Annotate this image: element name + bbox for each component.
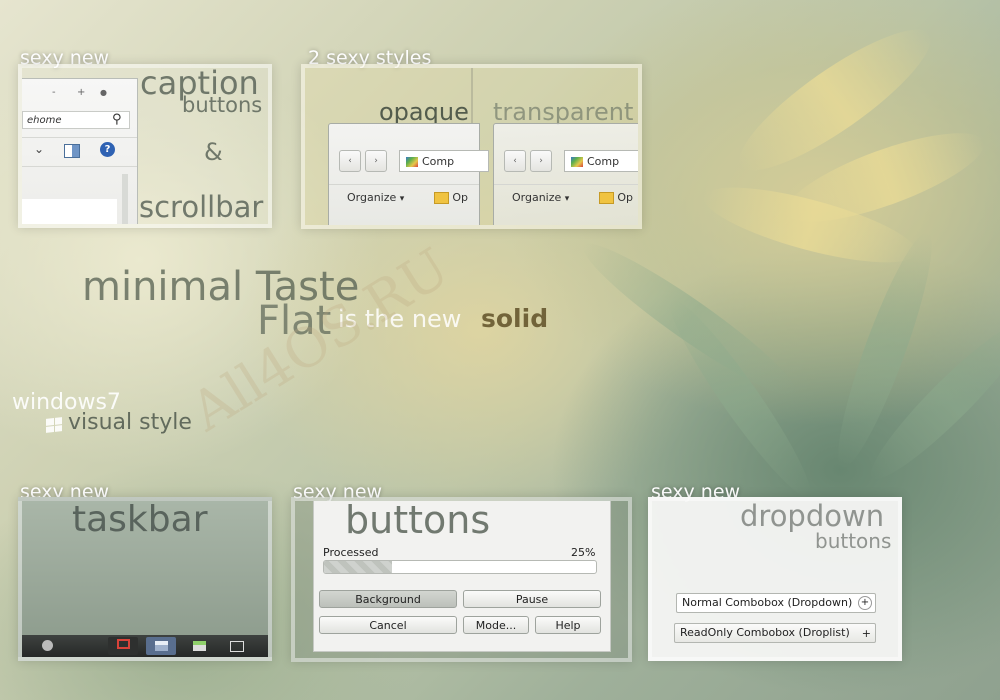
- taskbar-panel: taskbar: [18, 497, 272, 661]
- taskbar-item-gmail[interactable]: [108, 637, 138, 655]
- window-icon: [154, 641, 168, 651]
- opaque-explorer-window: ‹ › Comp Organize ▾ Op: [328, 123, 489, 225]
- folder-icon: [433, 192, 449, 204]
- content-area: [22, 199, 117, 224]
- headline-solid: solid: [481, 304, 549, 333]
- plus-icon[interactable]: +: [862, 625, 871, 643]
- buttons-word: buttons: [345, 498, 491, 542]
- cancel-button[interactable]: Cancel: [319, 616, 457, 634]
- dropdown-panel: dropdown buttons Normal Combobox (Dropdo…: [648, 497, 902, 661]
- forward-button[interactable]: ›: [530, 150, 552, 172]
- command-bar: Organize ▾ Op: [494, 184, 638, 211]
- start-button[interactable]: [32, 637, 62, 655]
- ampersand-word: &: [204, 138, 223, 166]
- readonly-combobox[interactable]: ReadOnly Combobox (Droplist) +: [674, 623, 876, 643]
- opaque-word: opaque: [379, 98, 469, 126]
- help-button[interactable]: Help: [535, 616, 601, 634]
- toolbar-row: ⌄ ?: [22, 137, 137, 167]
- computer-icon: [571, 157, 583, 167]
- combobox-value: ReadOnly Combobox (Droplist): [680, 626, 850, 639]
- normal-combobox[interactable]: Normal Combobox (Dropdown) +: [676, 593, 876, 613]
- transparent-word: transparent: [493, 98, 634, 126]
- minimize-icon[interactable]: -: [52, 87, 56, 98]
- open-menu[interactable]: Op: [617, 191, 633, 204]
- folder-icon: [598, 192, 614, 204]
- progress-bar-fill: [324, 561, 392, 573]
- maximize-icon[interactable]: +: [77, 87, 85, 98]
- buttons-word: buttons: [815, 529, 892, 553]
- combobox-value: Normal Combobox (Dropdown): [682, 596, 853, 609]
- command-bar: Organize ▾ Op: [329, 184, 479, 211]
- taskbar: [22, 635, 268, 657]
- chevron-down-icon: ▾: [399, 194, 405, 204]
- organize-menu[interactable]: Organize: [347, 191, 396, 204]
- gmail-icon: [116, 639, 130, 649]
- desktop-icon: [230, 641, 244, 652]
- search-icon[interactable]: ⚲: [112, 112, 122, 127]
- buttons-panel: buttons Processed 25% Background Pause C…: [291, 497, 632, 662]
- chevron-down-icon[interactable]: ⌄: [34, 142, 44, 156]
- show-desktop-button[interactable]: [222, 637, 252, 655]
- caption-panel: - + ● ehome ⚲ ⌄ ? caption buttons & scro…: [18, 64, 272, 228]
- plus-icon[interactable]: +: [858, 596, 872, 610]
- taskbar-item-app[interactable]: [184, 637, 214, 655]
- close-icon[interactable]: ●: [100, 88, 107, 97]
- breadcrumb-text: Comp: [587, 155, 620, 168]
- forward-button[interactable]: ›: [365, 150, 387, 172]
- breadcrumb[interactable]: Comp: [399, 150, 489, 172]
- pause-button[interactable]: Pause: [463, 590, 601, 608]
- background-button[interactable]: Background: [319, 590, 457, 608]
- breadcrumb-text: Comp: [422, 155, 455, 168]
- back-button[interactable]: ‹: [339, 150, 361, 172]
- buttons-word: buttons: [182, 93, 263, 117]
- computer-icon: [406, 157, 418, 167]
- windows-logo-icon: [46, 417, 62, 433]
- breadcrumb[interactable]: Comp: [564, 150, 638, 172]
- back-button[interactable]: ‹: [504, 150, 526, 172]
- transparent-explorer-window: ‹ › Comp Organize ▾ Op: [493, 123, 638, 225]
- chevron-down-icon: ▾: [564, 194, 570, 204]
- scrollbar[interactable]: [122, 174, 128, 224]
- dropdown-word: dropdown: [740, 499, 885, 533]
- window-green-icon: [192, 641, 206, 651]
- progress-label: Processed: [323, 546, 379, 559]
- taskbar-word: taskbar: [72, 499, 208, 540]
- scrollbar-word: scrollbar: [139, 190, 264, 224]
- start-orb-icon: [41, 640, 53, 651]
- progress-bar: [323, 560, 597, 574]
- organize-menu[interactable]: Organize: [512, 191, 561, 204]
- preview-pane-icon[interactable]: [64, 144, 80, 158]
- progress-percent: 25%: [571, 546, 596, 559]
- taskbar-item-explorer[interactable]: [146, 637, 176, 655]
- caption-demo-window: - + ● ehome ⚲ ⌄ ?: [22, 78, 138, 224]
- mode-button[interactable]: Mode...: [463, 616, 529, 634]
- open-menu[interactable]: Op: [452, 191, 468, 204]
- visual-style-text: visual style: [68, 410, 192, 435]
- help-icon[interactable]: ?: [100, 142, 115, 157]
- styles-panel: opaque transparent ‹ › Comp Organize ▾ O…: [301, 64, 642, 229]
